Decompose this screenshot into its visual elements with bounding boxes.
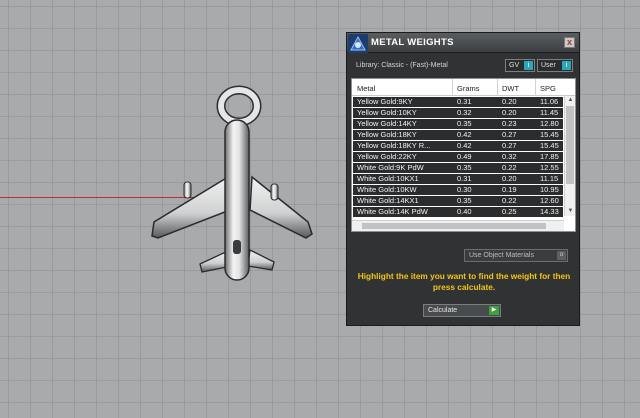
cell-metal: White Gold:14K PdW <box>357 207 428 216</box>
cell-metal: White Gold:14KX1 <box>357 196 419 205</box>
cell-spg: 11.06 <box>540 97 559 106</box>
gv-label: GV <box>509 62 520 69</box>
cell-spg: 11.45 <box>540 108 559 117</box>
cell-spg: 11.15 <box>540 174 559 183</box>
use-object-materials-toggle[interactable]: Use Object Materials o <box>464 249 568 262</box>
table-row[interactable]: Yellow Gold:18KY 0.42 0.27 15.45 <box>353 130 563 141</box>
cell-dwt: 0.20 <box>502 174 517 183</box>
cell-spg: 10.95 <box>540 185 559 194</box>
cell-grams: 0.32 <box>457 108 472 117</box>
cell-spg: 12.55 <box>540 163 559 172</box>
play-arrow-icon[interactable]: ▶ <box>489 306 499 315</box>
table-row[interactable]: Yellow Gold:22KY 0.49 0.32 17.85 <box>353 152 563 163</box>
table-row[interactable]: Yellow Gold:18KY R... 0.42 0.27 15.45 <box>353 141 563 152</box>
table-row[interactable]: Yellow Gold:10KY 0.32 0.20 11.45 <box>353 108 563 119</box>
cell-metal: White Gold:10KX1 <box>357 174 419 183</box>
panel-title: METAL WEIGHTS <box>371 37 454 48</box>
cell-metal: Yellow Gold:22KY <box>357 152 417 161</box>
cell-metal: White Gold:10KW <box>357 185 417 194</box>
header-dwt[interactable]: DWT <box>502 84 519 93</box>
column-divider[interactable] <box>452 79 453 96</box>
scroll-thumb[interactable] <box>362 223 546 229</box>
cell-grams: 0.31 <box>457 174 472 183</box>
scroll-thumb[interactable] <box>566 106 574 184</box>
calculate-label: Calculate <box>428 307 458 314</box>
use-object-materials-label: Use Object Materials <box>469 252 534 259</box>
arrow-up-icon[interactable]: ▲ <box>566 96 575 105</box>
column-divider[interactable] <box>497 79 498 96</box>
user-label: User <box>541 62 556 69</box>
cell-metal: White Gold:9K PdW <box>357 163 424 172</box>
cell-metal: Yellow Gold:14KY <box>357 119 417 128</box>
toggle-icon[interactable]: o <box>557 251 566 260</box>
table-row[interactable]: White Gold:10KX1 0.31 0.20 11.15 <box>353 174 563 185</box>
cell-dwt: 0.19 <box>502 185 517 194</box>
table-row[interactable]: White Gold:10KW 0.30 0.19 10.95 <box>353 185 563 196</box>
cell-grams: 0.40 <box>457 207 472 216</box>
cell-dwt: 0.27 <box>502 141 517 150</box>
cell-spg: 12.80 <box>540 119 559 128</box>
cell-metal: Yellow Gold:9KY <box>357 97 413 106</box>
library-label: Library: Classic - (Fast)-Metal <box>356 62 448 69</box>
cell-grams: 0.49 <box>457 152 472 161</box>
cell-metal: Yellow Gold:18KY R... <box>357 141 431 150</box>
header-metal[interactable]: Metal <box>357 84 375 93</box>
table-header: Metal Grams DWT SPG <box>352 79 575 96</box>
table-rows: Yellow Gold:9KY 0.31 0.20 11.06 Yellow Gold… <box>353 97 563 218</box>
cell-dwt: 0.25 <box>502 207 517 216</box>
cell-spg: 15.45 <box>540 141 559 150</box>
cell-dwt: 0.32 <box>502 152 517 161</box>
table-row[interactable]: Yellow Gold:9KY 0.31 0.20 11.06 <box>353 97 563 108</box>
user-unit-button[interactable]: User i <box>537 59 573 72</box>
vertical-scrollbar[interactable]: ▲ ▼ <box>564 96 575 216</box>
cell-spg: 12.60 <box>540 196 559 205</box>
cell-grams: 0.30 <box>457 185 472 194</box>
cell-dwt: 0.23 <box>502 119 517 128</box>
info-icon[interactable]: i <box>524 61 533 70</box>
metal-table[interactable]: Metal Grams DWT SPG Yellow Gold:9KY 0.31 0… <box>351 78 576 232</box>
cell-grams: 0.35 <box>457 163 472 172</box>
metal-weights-panel: METAL WEIGHTS x Library: Classic - (Fast… <box>346 32 580 326</box>
table-row[interactable]: White Gold:14KX1 0.35 0.22 12.60 <box>353 196 563 207</box>
cell-grams: 0.42 <box>457 141 472 150</box>
cell-metal: Yellow Gold:18KY <box>357 130 417 139</box>
table-row[interactable]: White Gold:9K PdW 0.35 0.22 12.55 <box>353 163 563 174</box>
info-icon[interactable]: i <box>562 61 571 70</box>
cell-spg: 15.45 <box>540 130 559 139</box>
airplane-pendant-model[interactable] <box>140 82 325 287</box>
cell-dwt: 0.22 <box>502 163 517 172</box>
cell-grams: 0.42 <box>457 130 472 139</box>
cell-metal: Yellow Gold:10KY <box>357 108 417 117</box>
panel-title-bar[interactable]: METAL WEIGHTS x <box>347 33 579 53</box>
cell-dwt: 0.22 <box>502 196 517 205</box>
gv-unit-button[interactable]: GV i <box>505 59 535 72</box>
table-row[interactable]: White Gold:14K PdW 0.40 0.25 14.33 <box>353 207 563 218</box>
cell-spg: 17.85 <box>540 152 559 161</box>
rhino-app-icon <box>348 34 368 53</box>
cell-grams: 0.35 <box>457 196 472 205</box>
cell-dwt: 0.20 <box>502 108 517 117</box>
column-divider[interactable] <box>535 79 536 96</box>
table-row[interactable]: Yellow Gold:14KY 0.35 0.23 12.80 <box>353 119 563 130</box>
arrow-down-icon[interactable]: ▼ <box>566 207 575 216</box>
cell-grams: 0.35 <box>457 119 472 128</box>
cell-dwt: 0.20 <box>502 97 517 106</box>
cell-dwt: 0.27 <box>502 130 517 139</box>
instruction-text: Highlight the item you want to find the … <box>357 271 571 292</box>
header-grams[interactable]: Grams <box>457 84 480 93</box>
header-spg[interactable]: SPG <box>540 84 556 93</box>
cell-spg: 14.33 <box>540 207 559 216</box>
horizontal-scrollbar[interactable] <box>352 220 564 231</box>
cell-grams: 0.31 <box>457 97 472 106</box>
close-icon[interactable]: x <box>564 37 575 48</box>
calculate-button[interactable]: Calculate ▶ <box>423 304 501 317</box>
